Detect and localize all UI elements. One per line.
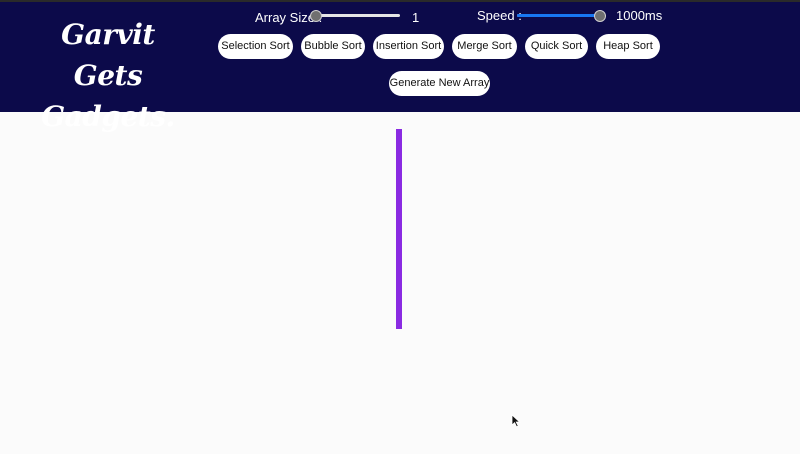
array-size-slider-track: [316, 14, 400, 17]
speed-slider[interactable]: [517, 6, 606, 26]
bubble-sort-button[interactable]: Bubble Sort: [301, 34, 365, 59]
array-size-value: 1: [412, 10, 420, 25]
quick-sort-button[interactable]: Quick Sort: [525, 34, 588, 59]
merge-sort-button[interactable]: Merge Sort: [452, 34, 517, 59]
array-size-slider-thumb[interactable]: [310, 10, 322, 22]
generate-new-array-button[interactable]: Generate New Array: [389, 71, 490, 96]
speed-label: Speed :: [477, 8, 522, 23]
selection-sort-button[interactable]: Selection Sort: [218, 34, 293, 59]
array-size-slider[interactable]: [310, 6, 400, 26]
array-bars-area: [0, 112, 800, 454]
header-bar: Garvit Gets Gadgets. Array Size : 1 Spee…: [0, 2, 800, 133]
speed-slider-fill: [517, 14, 600, 17]
mouse-pointer-icon: [511, 414, 521, 428]
speed-slider-thumb[interactable]: [594, 10, 606, 22]
speed-value: 1000ms: [616, 8, 663, 23]
insertion-sort-button[interactable]: Insertion Sort: [373, 34, 444, 59]
heap-sort-button[interactable]: Heap Sort: [596, 34, 660, 59]
array-bar: [396, 129, 402, 329]
